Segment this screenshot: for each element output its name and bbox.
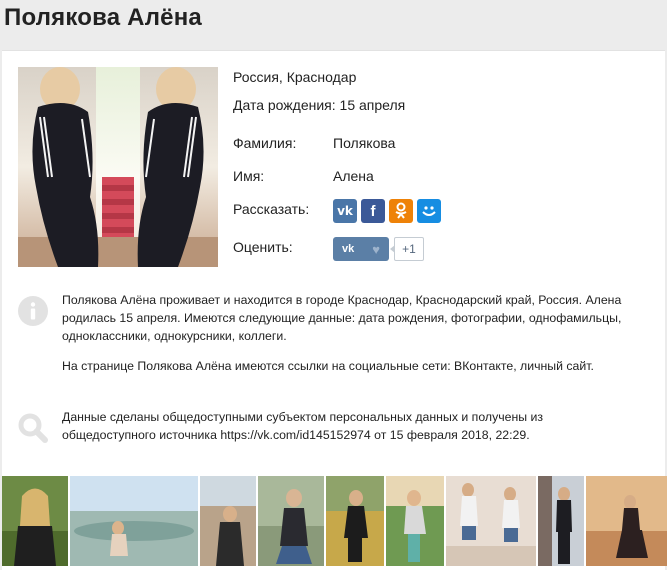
info-block: Полякова Алёна проживает и находится в г… bbox=[62, 291, 622, 387]
profile-photo[interactable] bbox=[18, 67, 218, 267]
birthday: Дата рождения: 15 апреля bbox=[233, 97, 406, 113]
source-block: Данные сделаны общедоступными субъектом … bbox=[62, 408, 622, 456]
surname-value: Полякова bbox=[333, 135, 396, 151]
vk-icon: vk bbox=[337, 204, 353, 218]
photo-gallery bbox=[2, 476, 667, 566]
page-title: Полякова Алёна bbox=[4, 4, 202, 31]
gallery-photo-8[interactable] bbox=[538, 476, 584, 566]
name-value: Алена bbox=[333, 168, 374, 184]
profile-photo-image bbox=[18, 67, 218, 267]
facebook-share-button[interactable]: f bbox=[361, 199, 385, 223]
gallery-photo-9[interactable] bbox=[586, 476, 667, 566]
info-icon bbox=[18, 296, 48, 326]
gallery-photo-7[interactable] bbox=[446, 476, 536, 566]
search-icon bbox=[18, 413, 48, 443]
facebook-icon: f bbox=[370, 202, 376, 220]
odnoklassniki-share-button[interactable] bbox=[389, 199, 413, 223]
gallery-photo-3[interactable] bbox=[200, 476, 256, 566]
heart-icon: ♥ bbox=[372, 241, 380, 257]
vk-like-button[interactable]: vk ♥ bbox=[333, 237, 389, 261]
gallery-photo-6[interactable] bbox=[386, 476, 444, 566]
like-count: +1 bbox=[390, 237, 424, 261]
gallery-photo-5[interactable] bbox=[326, 476, 384, 566]
vk-icon: vk bbox=[342, 243, 355, 255]
share-label: Рассказать: bbox=[233, 201, 310, 217]
moimir-share-button[interactable] bbox=[417, 199, 441, 223]
gallery-photo-4[interactable] bbox=[258, 476, 324, 566]
source-text: Данные сделаны общедоступными субъектом … bbox=[62, 410, 544, 442]
name-label: Имя: bbox=[233, 168, 265, 184]
share-buttons: vk f bbox=[333, 199, 441, 223]
info-paragraph-2: На странице Полякова Алёна имеются ссылк… bbox=[62, 359, 594, 373]
rate-label: Оценить: bbox=[233, 239, 293, 255]
rate-widget: vk ♥ +1 bbox=[333, 237, 424, 261]
odnoklassniki-icon bbox=[395, 202, 407, 219]
gallery-photo-2[interactable] bbox=[70, 476, 198, 566]
vk-share-button[interactable]: vk bbox=[333, 199, 357, 223]
info-paragraph-1: Полякова Алёна проживает и находится в г… bbox=[62, 293, 622, 343]
profile-card: Россия, Краснодар Дата рождения: 15 апре… bbox=[2, 50, 667, 570]
gallery-photo-1[interactable] bbox=[2, 476, 68, 566]
moimir-icon bbox=[422, 206, 436, 216]
surname-label: Фамилия: bbox=[233, 135, 297, 151]
location: Россия, Краснодар bbox=[233, 69, 357, 85]
